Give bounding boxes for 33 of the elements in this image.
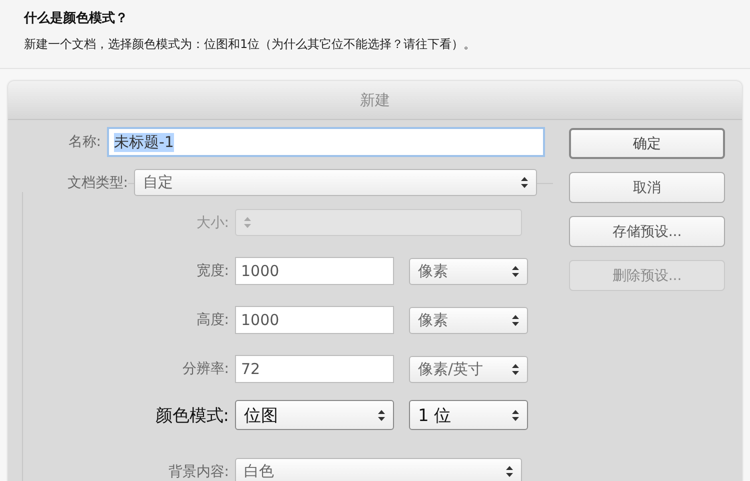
dropdown[interactable]: 像素 [409, 258, 528, 284]
select-arrows-icon [512, 364, 519, 374]
heading: 什么是颜色模式？ [24, 10, 129, 27]
select-arrows-icon [244, 217, 251, 228]
field-label: 名称: [67, 133, 101, 151]
dropdown[interactable]: 自定 [134, 169, 537, 196]
dropdown[interactable]: 1 位 [409, 400, 528, 430]
select-arrows-icon [378, 410, 385, 420]
input-field[interactable]: 72 [235, 355, 394, 383]
field-label: 大小: [195, 214, 229, 232]
select-arrows-icon [512, 266, 519, 276]
select-arrows-icon [512, 410, 519, 420]
field-label: 背景内容: [167, 462, 229, 480]
window-title: 新建 [360, 90, 390, 110]
dropdown[interactable]: 像素/英寸 [409, 356, 528, 382]
dropdown[interactable]: 像素 [409, 306, 528, 334]
field-label: 分辨率: [181, 360, 229, 378]
description: 新建一个文档，选择颜色模式为：位图和1位（为什么其它位不能选择？请往下看）。 [24, 36, 477, 53]
field-label: 宽度: [195, 262, 229, 280]
dropdown[interactable]: 白色 [235, 458, 522, 481]
select-arrows-icon [506, 466, 513, 477]
select-arrows-icon [512, 314, 519, 326]
field-label: 颜色模式: [154, 404, 229, 426]
select-arrows-icon [521, 177, 528, 188]
input-field[interactable]: 1000 [235, 257, 394, 285]
dropdown[interactable]: 位图 [235, 400, 394, 430]
field-label: 文档类型: [8, 174, 128, 192]
name-field[interactable]: 未标题-1 [107, 127, 545, 157]
dialog-button[interactable]: 确定 [569, 128, 725, 159]
dialog-button[interactable]: 存储预设... [569, 216, 725, 247]
input-field[interactable]: 1000 [235, 306, 394, 334]
dialog-button[interactable]: 取消 [569, 172, 725, 203]
field-label: 高度: [195, 311, 229, 329]
